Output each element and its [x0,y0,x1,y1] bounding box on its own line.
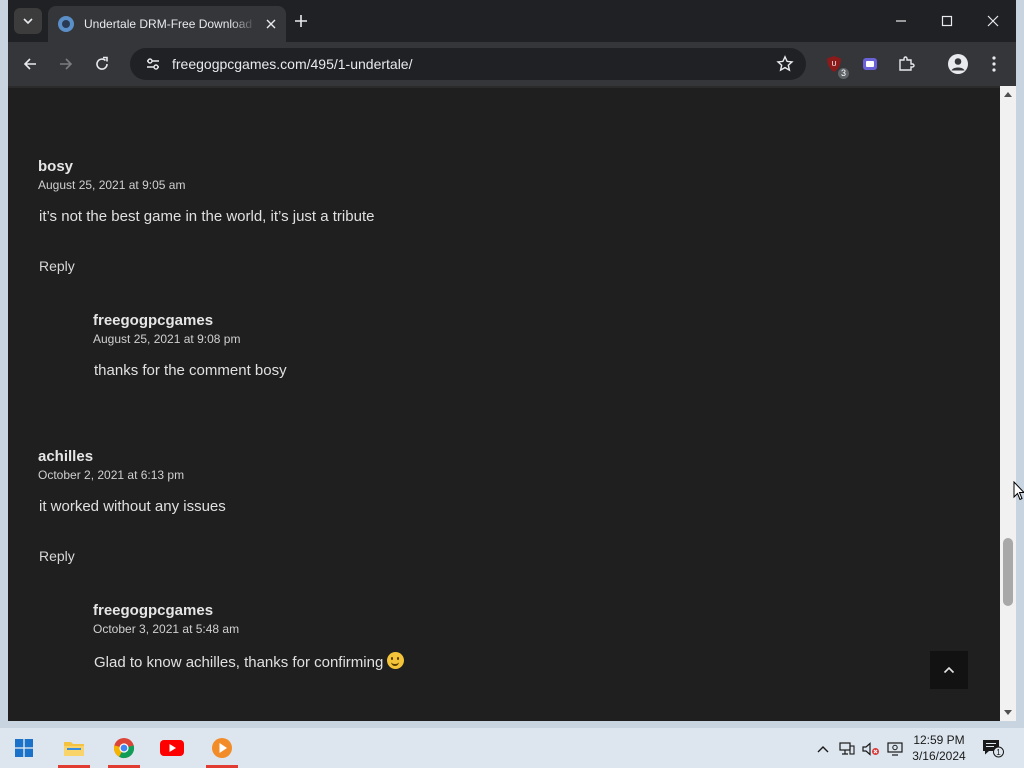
arrow-left-icon [23,58,36,70]
chrome-button[interactable] [104,728,144,768]
notification-icon: 1 [983,740,1004,758]
network-icon [839,742,855,755]
triangle-up-icon [1004,92,1012,97]
scroll-to-top-button[interactable] [930,651,968,689]
minimize-button[interactable] [886,8,916,34]
back-button[interactable] [16,50,44,78]
page-scrollbar[interactable] [1000,86,1016,721]
reply-link[interactable]: Reply [39,258,374,274]
chevron-up-icon [817,746,829,753]
tab-strip: Undertale DRM-Free Download [8,0,1016,42]
arrow-right-icon [60,58,73,70]
extension-button[interactable] [858,52,882,76]
maximize-icon [941,15,953,27]
maximize-button[interactable] [932,8,962,34]
smiley-emoji-icon [387,652,405,669]
mouse-cursor-icon [1013,481,1024,501]
display-status-icon[interactable] [886,740,904,758]
more-vert-icon [992,56,996,72]
comment: achilles October 2, 2021 at 6:13 pm it w… [38,448,226,564]
comment-reply: freegogpcgames August 25, 2021 at 9:08 p… [93,312,287,379]
comment-text: it’s not the best game in the world, it’… [39,208,375,225]
ublock-extension-button[interactable]: U 3 [822,52,849,79]
bookmark-button[interactable] [776,55,794,78]
scroll-up-button[interactable] [1000,86,1016,102]
scrollbar-thumb[interactable] [1003,538,1013,606]
extension-badge: 3 [837,68,849,79]
extensions-menu-button[interactable] [894,52,918,76]
comment-text: Glad to know achilles, thanks for confir… [94,654,384,671]
taskbar: 12:59 PM 3/16/2024 1 [0,728,1024,768]
windows-logo-icon [15,739,33,757]
scroll-down-button[interactable] [1000,705,1016,721]
address-bar[interactable]: freegogpcgames.com/495/1-undertale/ [130,48,806,80]
tune-icon [147,58,159,70]
star-icon [776,55,794,72]
monitor-warning-icon [887,742,903,756]
site-favicon-icon [58,16,74,32]
comment-author[interactable]: freegogpcgames [93,312,287,329]
forward-button[interactable] [52,50,80,78]
plus-icon [295,15,307,27]
start-button[interactable] [4,728,44,768]
comment-date[interactable]: August 25, 2021 at 9:05 am [38,178,374,192]
reload-button[interactable] [88,50,116,78]
close-window-button[interactable] [978,8,1008,34]
comment-date[interactable]: August 25, 2021 at 9:08 pm [93,332,287,346]
comment-author[interactable]: freegogpcgames [93,602,404,619]
comment-author[interactable]: bosy [38,158,374,175]
show-hidden-icons-button[interactable] [814,740,832,758]
svg-text:U: U [831,61,836,68]
close-icon [987,15,999,27]
browser-menu-button[interactable] [982,52,1006,76]
chrome-icon [113,738,135,759]
browser-toolbar: freegogpcgames.com/495/1-undertale/ U 3 [8,42,1016,86]
comment-date[interactable]: October 3, 2021 at 5:48 am [93,622,404,636]
url-text: freegogpcgames.com/495/1-undertale/ [172,56,413,72]
minimize-icon [896,20,906,22]
browser-window: Undertale DRM-Free Download freegogpcgam… [8,0,1024,721]
triangle-down-icon [1004,710,1012,715]
volume-muted-icon[interactable] [862,740,880,758]
profile-button[interactable] [946,52,970,76]
clock-time: 12:59 PM [913,733,965,747]
extension-shield-icon [863,58,877,70]
notification-center-button[interactable]: 1 [982,738,1004,758]
clock-date: 3/16/2024 [912,749,966,763]
puzzle-icon [899,56,915,71]
new-tab-button[interactable] [290,10,312,32]
youtube-icon [160,740,184,756]
file-explorer-button[interactable] [54,728,94,768]
reload-icon [96,56,108,70]
comment-text: it worked without any issues [39,498,226,515]
system-clock[interactable]: 12:59 PM 3/16/2024 [904,732,974,764]
comment: bosy August 25, 2021 at 9:05 am it’s not… [38,158,374,274]
comment-date[interactable]: October 2, 2021 at 6:13 pm [38,468,226,482]
tab-search-button[interactable] [14,8,42,34]
chevron-up-icon [943,666,955,674]
tab-title: Undertale DRM-Free Download [84,17,253,31]
comment-reply: freegogpcgames October 3, 2021 at 5:48 a… [93,602,405,671]
youtube-button[interactable] [152,728,192,768]
page-content: bosy August 25, 2021 at 9:05 am it’s not… [8,86,1000,721]
profile-icon [948,54,968,74]
speaker-muted-icon [862,742,879,756]
notification-count: 1 [996,748,1001,757]
close-icon [266,19,276,29]
tab-close-button[interactable] [262,15,280,33]
play-app-icon [212,738,232,758]
chevron-down-icon [23,18,33,25]
comment-text-wrap: Glad to know achilles, thanks for confir… [94,652,405,671]
site-info-button[interactable] [136,56,170,72]
network-icon[interactable] [838,740,856,758]
video-player-button[interactable] [202,728,242,768]
tab-undertale[interactable]: Undertale DRM-Free Download [48,6,286,42]
comment-author[interactable]: achilles [38,448,226,465]
reply-link[interactable]: Reply [39,548,226,564]
folder-icon [64,742,84,756]
comment-text: thanks for the comment bosy [94,362,287,379]
